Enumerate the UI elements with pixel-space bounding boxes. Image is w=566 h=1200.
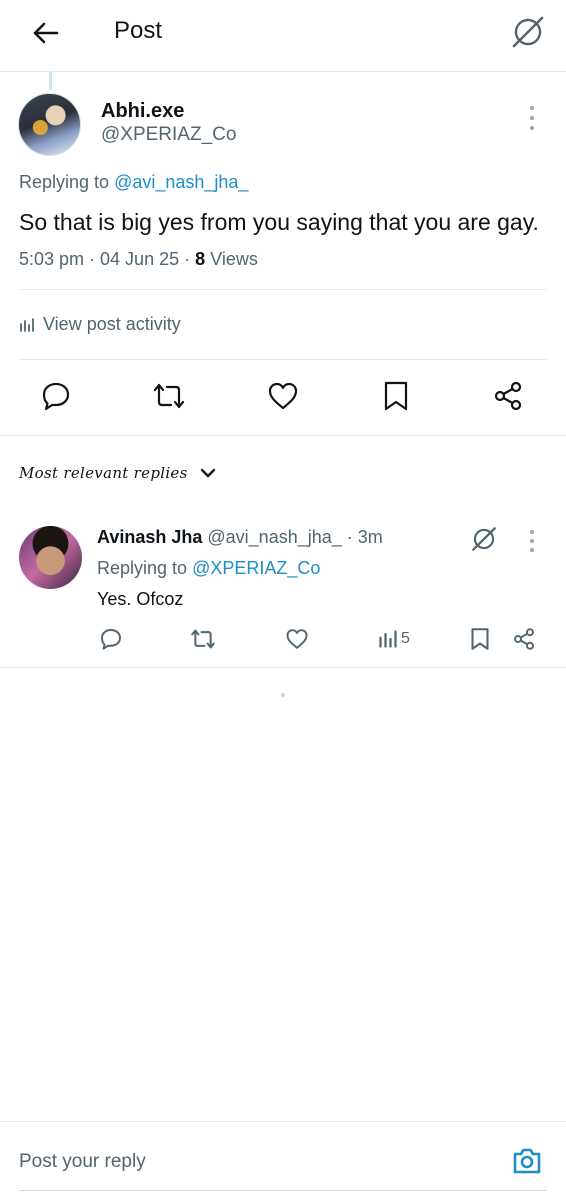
reply-author-avatar[interactable] xyxy=(19,526,82,589)
reply-icon[interactable] xyxy=(97,625,125,653)
author-name[interactable]: Abhi.exe xyxy=(101,100,184,123)
thread-connector-line xyxy=(49,72,52,90)
grok-icon[interactable] xyxy=(467,522,501,556)
post-page: Post Abhi.exe @XPERIAZ_Co Replying to @a… xyxy=(0,0,566,1200)
like-icon[interactable] xyxy=(283,625,311,653)
analytics-icon xyxy=(379,630,397,648)
loading-indicator xyxy=(281,693,285,697)
chevron-down-icon xyxy=(200,468,215,478)
reply-header: Avinash Jha @avi_nash_jha_ · 3m xyxy=(97,527,383,548)
post-action-bar xyxy=(0,378,566,418)
replying-to-line: Replying to @avi_nash_jha_ xyxy=(19,172,248,193)
reply-author-handle[interactable]: @avi_nash_jha_ xyxy=(207,527,341,547)
top-bar: Post xyxy=(0,0,566,72)
reply-action-bar: 5 xyxy=(0,625,566,655)
bookmark-icon[interactable] xyxy=(378,378,414,414)
camera-icon[interactable] xyxy=(510,1144,544,1178)
reply-author-name[interactable]: Avinash Jha xyxy=(97,527,202,547)
divider xyxy=(19,359,547,360)
post-meta: 5:03 pm · 04 Jun 25 · 8 Views xyxy=(19,249,258,270)
reply-compose-input[interactable]: Post your reply xyxy=(19,1151,146,1173)
reply-icon[interactable] xyxy=(38,378,74,414)
replying-prefix: Replying to xyxy=(97,558,188,578)
more-vertical-icon[interactable] xyxy=(522,530,542,552)
analytics-icon xyxy=(20,317,34,332)
activity-label: View post activity xyxy=(43,314,181,334)
reply-views-count: 5 xyxy=(401,630,410,647)
share-icon[interactable] xyxy=(490,378,526,414)
replying-to-link[interactable]: @XPERIAZ_Co xyxy=(192,558,320,578)
page-title: Post xyxy=(114,17,163,44)
divider xyxy=(0,667,566,668)
post-text: So that is big yes from you saying that … xyxy=(19,209,539,235)
author-handle[interactable]: @XPERIAZ_Co xyxy=(101,124,236,146)
replying-prefix: Replying to xyxy=(19,172,110,192)
more-vertical-icon[interactable] xyxy=(522,106,542,130)
author-avatar[interactable] xyxy=(18,93,81,156)
reply-replying-to-line: Replying to @XPERIAZ_Co xyxy=(97,558,320,579)
views-label: Views xyxy=(210,249,258,269)
view-post-activity-link[interactable]: View post activity xyxy=(19,314,181,335)
replies-sort-dropdown[interactable]: Most relevant replies xyxy=(19,464,216,482)
reply-timestamp: · 3m xyxy=(346,527,383,547)
reply-views[interactable]: 5 xyxy=(374,625,414,653)
replies-sort-label: Most relevant replies xyxy=(19,464,188,482)
compose-top-divider xyxy=(0,1121,566,1122)
repost-icon[interactable] xyxy=(151,378,187,414)
divider xyxy=(19,289,547,290)
reply-text: Yes. Ofcoz xyxy=(97,589,184,609)
like-icon[interactable] xyxy=(265,378,301,414)
divider xyxy=(0,435,566,436)
replying-to-link[interactable]: @avi_nash_jha_ xyxy=(114,172,248,192)
bookmark-icon[interactable] xyxy=(467,625,493,653)
post-timestamp: 5:03 pm · 04 Jun 25 · xyxy=(19,249,191,269)
views-count: 8 xyxy=(195,249,206,269)
back-arrow-icon[interactable] xyxy=(28,16,62,50)
share-icon[interactable] xyxy=(510,625,538,653)
repost-icon[interactable] xyxy=(189,625,217,653)
compose-underline xyxy=(19,1190,547,1191)
grok-icon[interactable] xyxy=(508,12,548,52)
